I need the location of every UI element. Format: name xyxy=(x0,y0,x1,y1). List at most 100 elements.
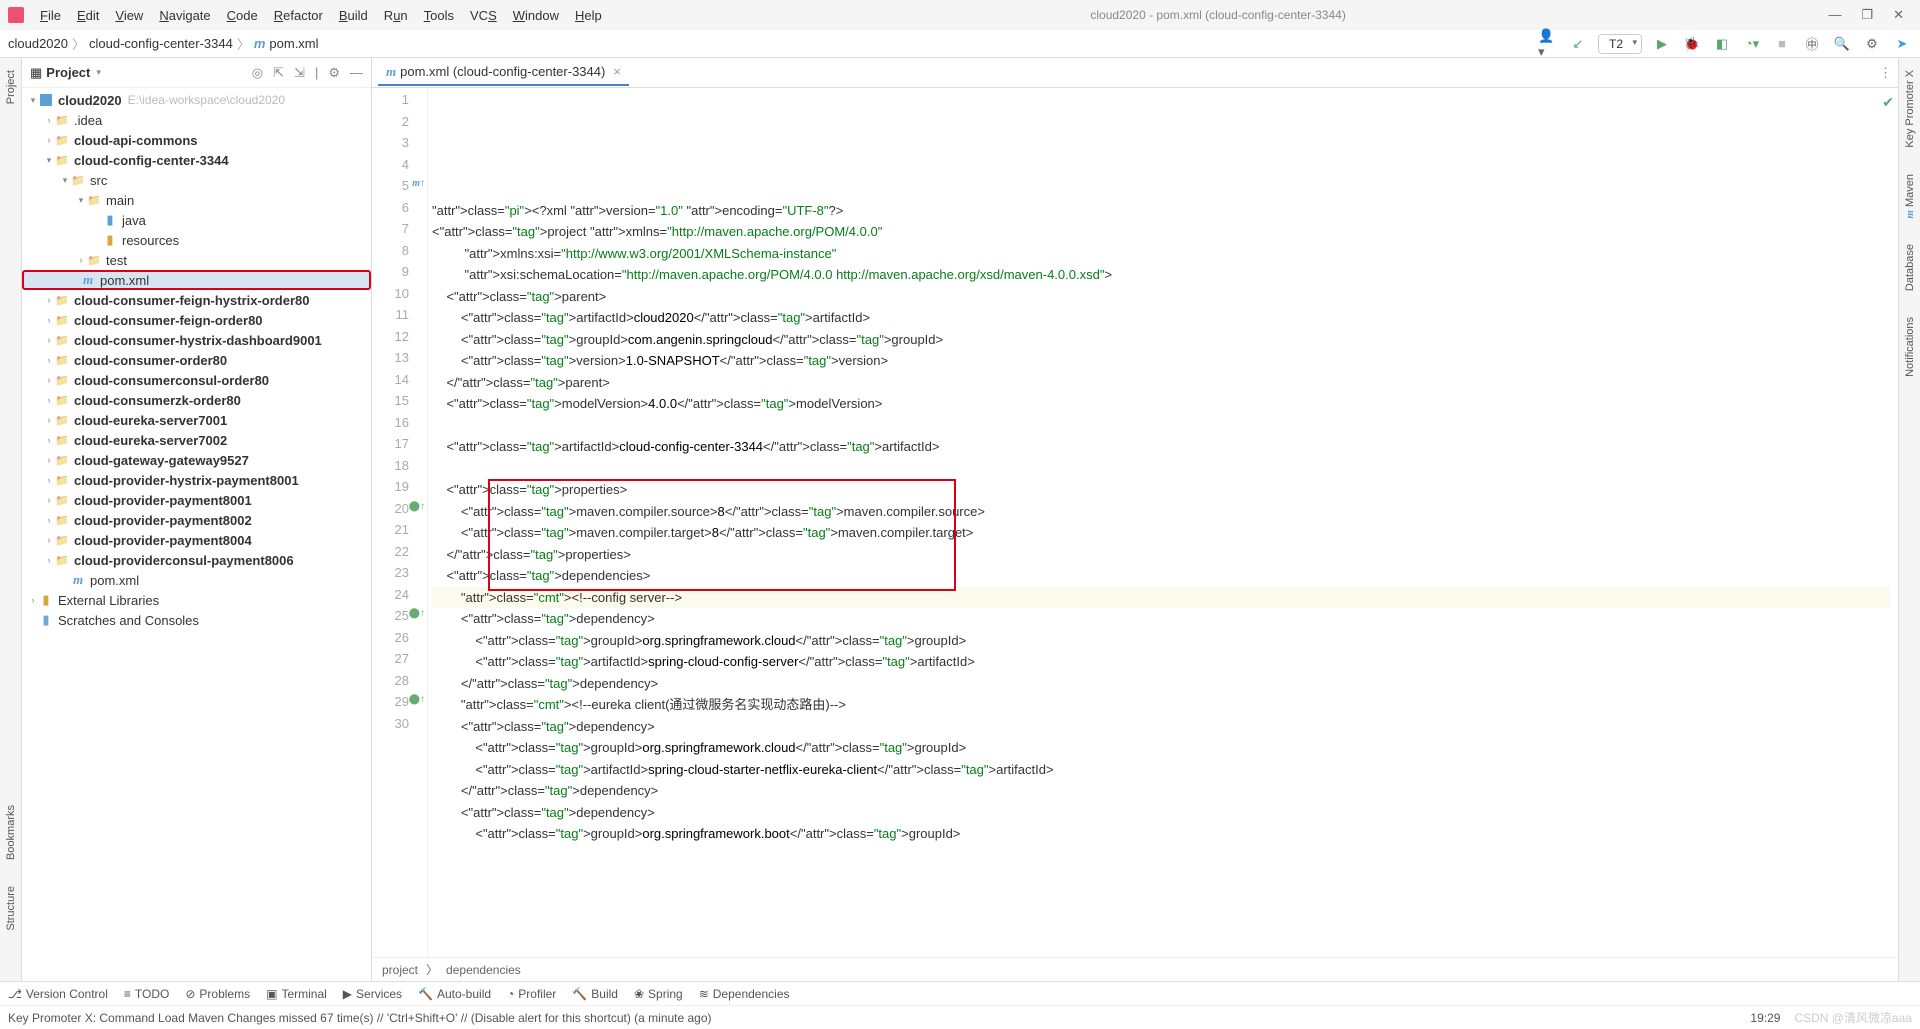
tree-module[interactable]: ›cloud-provider-payment8004 xyxy=(22,530,371,550)
breadcrumb-item[interactable]: dependencies xyxy=(446,963,521,977)
chevron-down-icon[interactable]: ▾ xyxy=(96,67,101,78)
right-tool-stripe: Key Promoter X m Maven Database Notifica… xyxy=(1898,58,1920,981)
expand-all-icon[interactable]: ⇱ xyxy=(273,65,284,81)
tool-build[interactable]: 🔨 Build xyxy=(572,987,618,1001)
divider: | xyxy=(315,65,318,81)
project-tree[interactable]: ▾cloud2020E:\idea-workspace\cloud2020 ›.… xyxy=(22,88,371,981)
menu-tools[interactable]: Tools xyxy=(418,6,460,25)
tree-module[interactable]: ›cloud-eureka-server7001 xyxy=(22,410,371,430)
title-bar: File Edit View Navigate Code Refactor Bu… xyxy=(0,0,1920,30)
tree-folder-java[interactable]: ▮java xyxy=(22,210,371,230)
tab-maven[interactable]: m Maven xyxy=(1902,168,1918,225)
tab-key-promoter[interactable]: Key Promoter X xyxy=(1902,64,1918,154)
tree-file-root-pom[interactable]: mpom.xml xyxy=(22,570,371,590)
tab-bookmarks[interactable]: Bookmarks xyxy=(3,799,19,866)
settings-icon[interactable]: ⚙ xyxy=(1862,34,1882,54)
run-icon[interactable]: ▶ xyxy=(1652,34,1672,54)
tree-module[interactable]: ›cloud-consumer-hystrix-dashboard9001 xyxy=(22,330,371,350)
deploy-icon[interactable]: ➤ xyxy=(1892,34,1912,54)
tree-module[interactable]: ›cloud-consumer-order80 xyxy=(22,350,371,370)
code-editor[interactable]: 12345m↑67891011121314151617181920⬤↑21222… xyxy=(372,88,1898,957)
tool-todo[interactable]: ≡ TODO xyxy=(124,987,169,1001)
tree-module[interactable]: ›cloud-providerconsul-payment8006 xyxy=(22,550,371,570)
breadcrumb-module[interactable]: cloud-config-center-3344 xyxy=(89,36,233,51)
project-tool-window: ▦ Project ▾ ◎ ⇱ ⇲ | ⚙ — ▾cloud2020E:\ide… xyxy=(22,58,372,981)
breadcrumb-item[interactable]: project xyxy=(382,963,418,977)
stop-icon[interactable]: ■ xyxy=(1772,34,1792,54)
tree-module-config[interactable]: ▾cloud-config-center-3344 xyxy=(22,150,371,170)
tree-scratches[interactable]: ▮Scratches and Consoles xyxy=(22,610,371,630)
project-dropdown-icon[interactable]: ▦ xyxy=(30,65,42,81)
tree-module[interactable]: ›cloud-api-commons xyxy=(22,130,371,150)
tree-folder-src[interactable]: ▾src xyxy=(22,170,371,190)
highlight-annotation xyxy=(488,479,956,591)
tree-folder-resources[interactable]: ▮resources xyxy=(22,230,371,250)
tree-file-pom[interactable]: mpom.xml xyxy=(22,270,371,290)
tool-spring[interactable]: ❀ Spring xyxy=(634,987,683,1001)
tree-module[interactable]: ›cloud-gateway-gateway9527 xyxy=(22,450,371,470)
tool-services[interactable]: ▶ Services xyxy=(343,987,402,1001)
line-gutter[interactable]: 12345m↑67891011121314151617181920⬤↑21222… xyxy=(372,88,428,957)
tree-module[interactable]: ›cloud-provider-hystrix-payment8001 xyxy=(22,470,371,490)
search-icon[interactable]: 🔍 xyxy=(1832,34,1852,54)
collapse-all-icon[interactable]: ⇲ xyxy=(294,65,305,81)
translate-icon[interactable]: ㊥ xyxy=(1802,34,1822,54)
menu-navigate[interactable]: Navigate xyxy=(153,6,216,25)
tool-version-control[interactable]: ⎇ Version Control xyxy=(8,987,108,1001)
menu-file[interactable]: File xyxy=(34,6,67,25)
tree-folder-main[interactable]: ▾main xyxy=(22,190,371,210)
close-icon[interactable]: ✕ xyxy=(1893,7,1904,23)
tree-module[interactable]: ›cloud-consumer-feign-order80 xyxy=(22,310,371,330)
user-icon[interactable]: 👤▾ xyxy=(1538,34,1558,54)
maximize-icon[interactable]: ❐ xyxy=(1861,7,1873,23)
vcs-update-icon[interactable]: ↙ xyxy=(1568,34,1588,54)
tree-module[interactable]: ›cloud-consumerzk-order80 xyxy=(22,390,371,410)
tree-module[interactable]: ›cloud-provider-payment8002 xyxy=(22,510,371,530)
breadcrumb-file[interactable]: pom.xml xyxy=(269,36,318,51)
editor-tab-pom[interactable]: m pom.xml (cloud-config-center-3344) × xyxy=(378,60,629,86)
editor-breadcrumbs[interactable]: project 〉 dependencies xyxy=(372,957,1898,981)
tool-dependencies[interactable]: ≋ Dependencies xyxy=(699,987,790,1001)
maven-file-icon: m xyxy=(386,64,396,80)
hide-icon[interactable]: — xyxy=(350,65,363,81)
tree-folder-idea[interactable]: ›.idea xyxy=(22,110,371,130)
menu-build[interactable]: Build xyxy=(333,6,374,25)
menu-run[interactable]: Run xyxy=(378,6,414,25)
tab-structure[interactable]: Structure xyxy=(3,880,19,937)
gear-icon[interactable]: ⚙ xyxy=(328,65,340,81)
minimize-icon[interactable]: — xyxy=(1828,7,1841,23)
debug-icon[interactable]: 🐞 xyxy=(1682,34,1702,54)
tool-profiler[interactable]: ◔ Profiler xyxy=(507,987,556,1001)
menu-vcs[interactable]: VCS xyxy=(464,6,503,25)
inspection-ok-icon[interactable]: ✔ xyxy=(1882,92,1894,114)
run-configuration[interactable]: T2 xyxy=(1598,34,1642,54)
coverage-icon[interactable]: ◧ xyxy=(1712,34,1732,54)
menu-refactor[interactable]: Refactor xyxy=(268,6,329,25)
tree-root[interactable]: ▾cloud2020E:\idea-workspace\cloud2020 xyxy=(22,90,371,110)
maven-file-icon: m xyxy=(254,36,266,51)
tab-notifications[interactable]: Notifications xyxy=(1902,311,1918,383)
menu-edit[interactable]: Edit xyxy=(71,6,105,25)
tree-module[interactable]: ›cloud-provider-payment8001 xyxy=(22,490,371,510)
tree-module[interactable]: ›cloud-consumer-feign-hystrix-order80 xyxy=(22,290,371,310)
project-title[interactable]: Project xyxy=(46,65,90,80)
menu-help[interactable]: Help xyxy=(569,6,608,25)
breadcrumb-root[interactable]: cloud2020 xyxy=(8,36,68,51)
tree-external-libs[interactable]: ›▮External Libraries xyxy=(22,590,371,610)
menu-code[interactable]: Code xyxy=(221,6,264,25)
tool-terminal[interactable]: ▣ Terminal xyxy=(266,987,327,1001)
tool-autobuild[interactable]: 🔨 Auto-build xyxy=(418,987,491,1001)
tree-folder-test[interactable]: ›test xyxy=(22,250,371,270)
close-tab-icon[interactable]: × xyxy=(613,64,621,79)
select-opened-icon[interactable]: ◎ xyxy=(252,65,263,81)
menu-window[interactable]: Window xyxy=(507,6,565,25)
profile-icon[interactable]: ◔▾ xyxy=(1742,34,1762,54)
tree-module[interactable]: ›cloud-consumerconsul-order80 xyxy=(22,370,371,390)
tool-problems[interactable]: ⊘ Problems xyxy=(185,987,250,1001)
tab-project[interactable]: Project xyxy=(3,64,19,110)
status-message: Key Promoter X: Command Load Maven Chang… xyxy=(8,1011,712,1025)
tab-menu-icon[interactable]: ⋮ xyxy=(1879,65,1892,81)
menu-view[interactable]: View xyxy=(109,6,149,25)
tree-module[interactable]: ›cloud-eureka-server7002 xyxy=(22,430,371,450)
tab-database[interactable]: Database xyxy=(1902,238,1918,297)
